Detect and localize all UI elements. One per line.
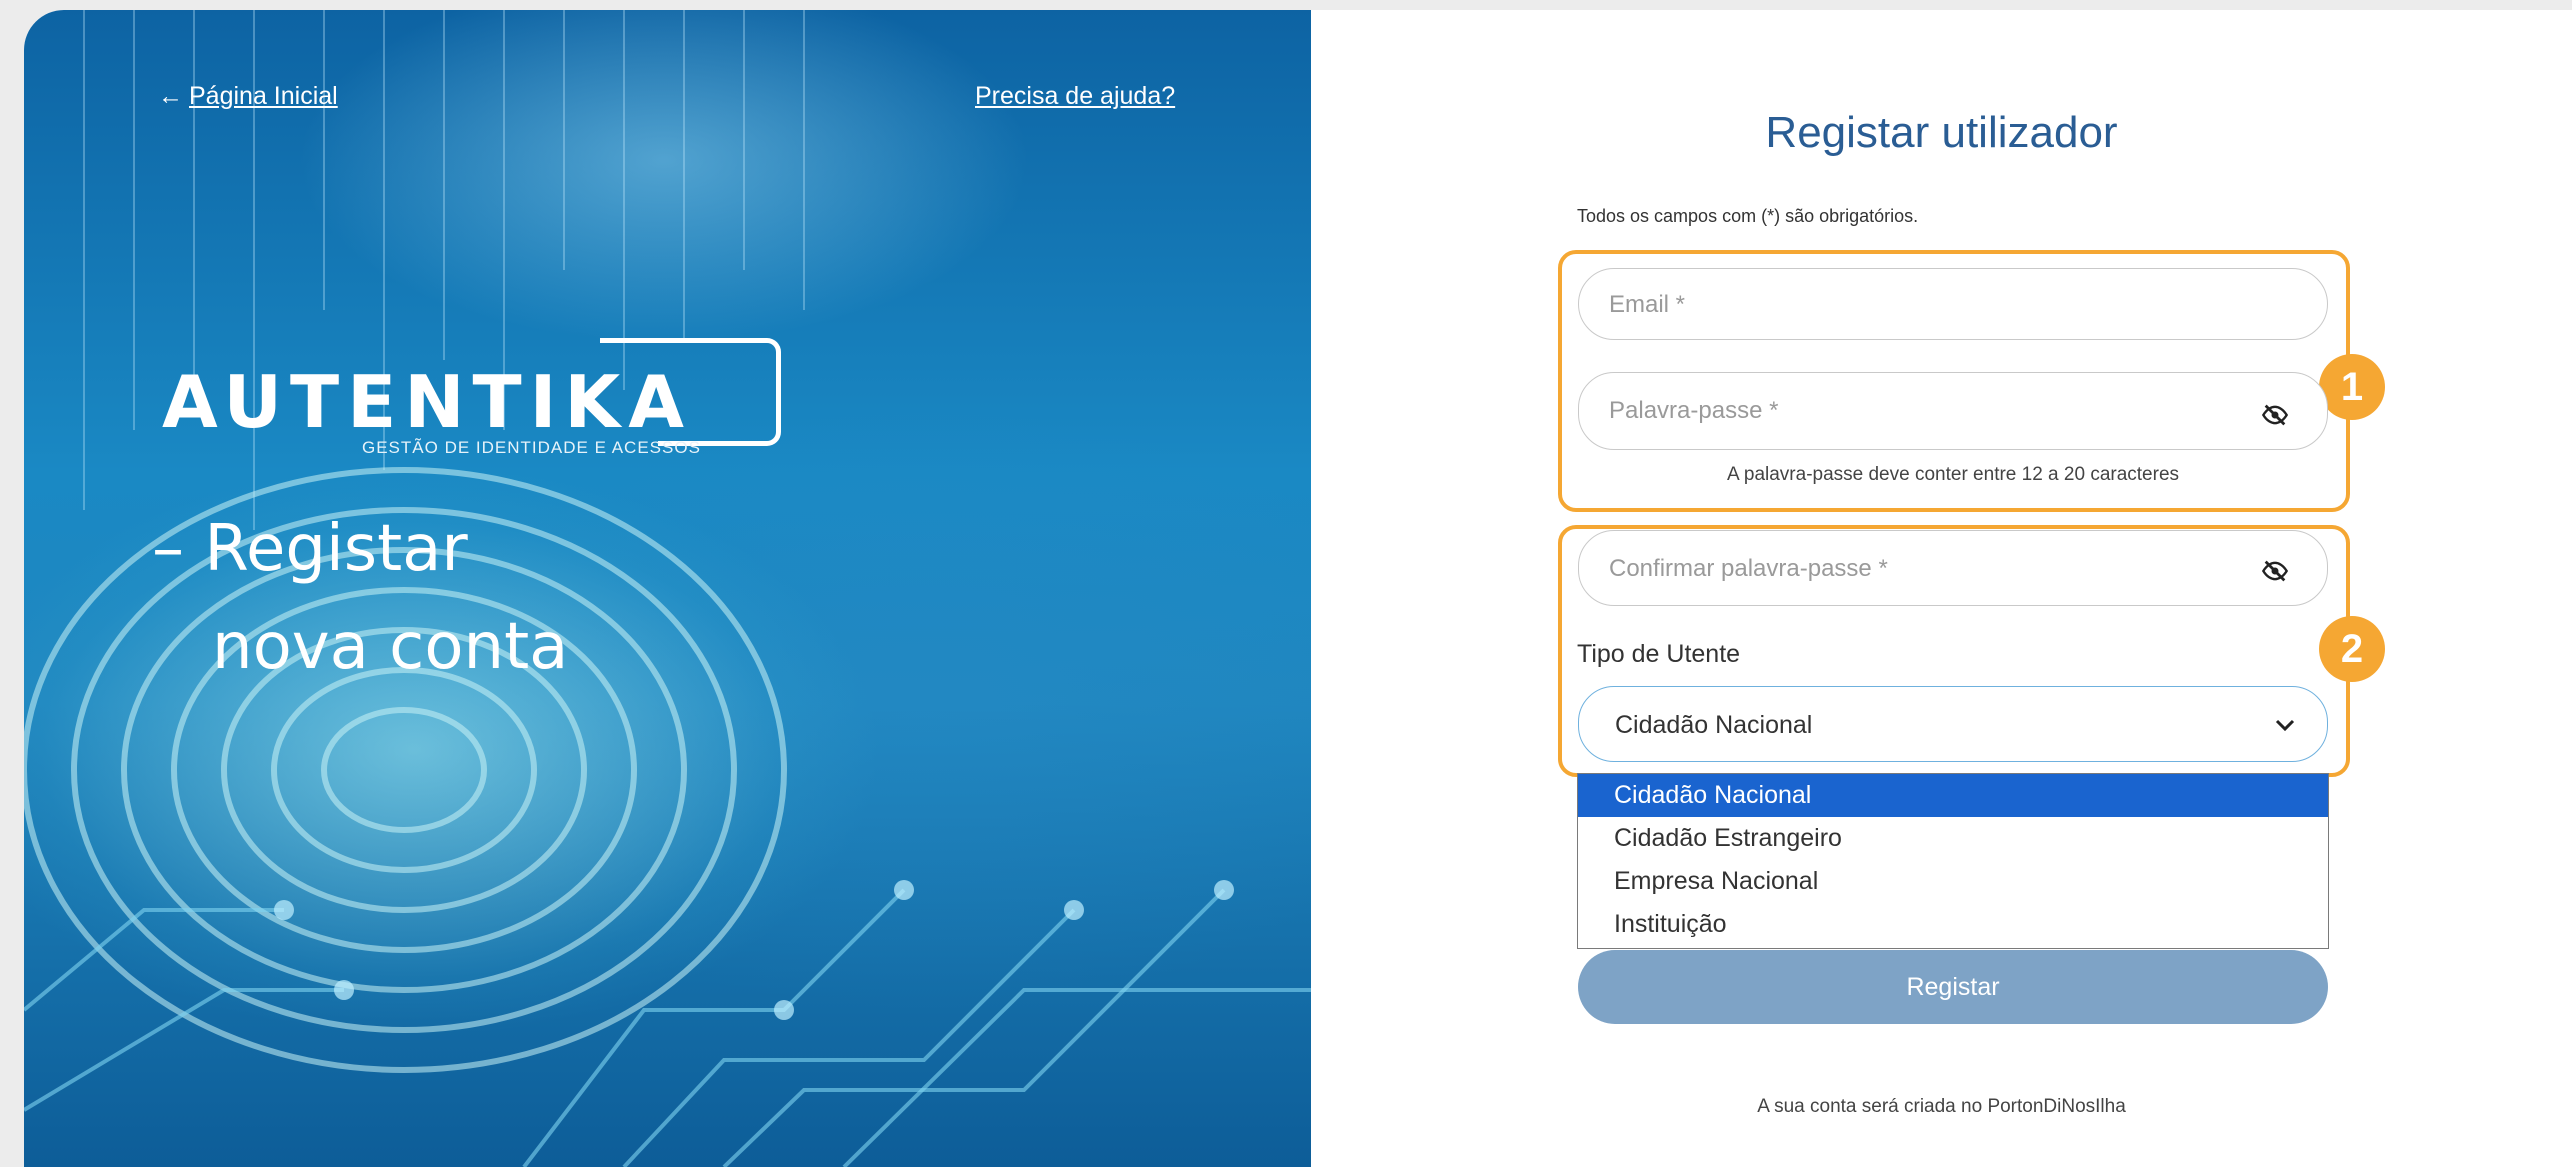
dropdown-option[interactable]: Empresa Nacional — [1578, 860, 2328, 903]
dropdown-option[interactable]: Instituição — [1578, 903, 2328, 946]
hero-slogan: – Registar nova conta — [152, 500, 568, 696]
slogan-line-2: nova conta — [212, 610, 569, 684]
slogan-line-1: – Registar — [152, 512, 468, 586]
logo-tagline: GESTÃO DE IDENTIDADE E ACESSOS — [362, 438, 701, 457]
password-hint: A palavra-passe deve conter entre 12 a 2… — [1726, 464, 2180, 485]
dropdown-option[interactable]: Cidadão Nacional — [1578, 774, 2328, 817]
hero-panel: ← Página Inicial Precisa de ajuda? AUTENT… — [24, 10, 1311, 1167]
step-badge-1: 1 — [2319, 354, 2385, 420]
user-type-value: Cidadão Nacional — [1615, 711, 1813, 739]
logo-bracket-top — [600, 338, 666, 343]
dropdown-option[interactable]: Cidadão Estrangeiro — [1578, 817, 2328, 860]
footer-note: A sua conta será criada no PortonDiNosIl… — [1757, 1096, 2126, 1117]
user-type-select[interactable]: Cidadão Nacional — [1578, 686, 2328, 762]
autentika-logo: AUTENTIKA GESTÃO DE IDENTIDADE E ACESSOS — [162, 322, 802, 472]
password-field[interactable]: Palavra-passe * — [1578, 372, 2328, 450]
email-placeholder: Email * — [1609, 291, 1686, 318]
home-link[interactable]: ← Página Inicial — [158, 82, 338, 111]
chevron-down-icon — [2275, 719, 2295, 732]
user-type-dropdown: Cidadão Nacional Cidadão Estrangeiro Emp… — [1577, 773, 2329, 949]
logo-wordmark: AUTENTIKA — [162, 360, 692, 444]
page-card: ← Página Inicial Precisa de ajuda? AUTENT… — [24, 10, 2572, 1167]
arrow-left-icon: ← — [158, 82, 183, 110]
confirm-password-field[interactable]: Confirmar palavra-passe * — [1578, 530, 2328, 606]
eye-off-icon[interactable] — [2261, 557, 2289, 585]
register-button[interactable]: Registar — [1578, 950, 2328, 1024]
home-link-label: Página Inicial — [189, 82, 338, 110]
eye-off-icon[interactable] — [2261, 401, 2289, 429]
confirm-password-placeholder: Confirmar palavra-passe * — [1609, 555, 1888, 582]
registration-form: Registar utilizador Todos os campos com … — [1311, 10, 2572, 1167]
user-type-label: Tipo de Utente — [1577, 640, 1741, 668]
email-field[interactable]: Email * — [1578, 268, 2328, 340]
help-link[interactable]: Precisa de ajuda? — [975, 82, 1175, 111]
required-note: Todos os campos com (*) são obrigatórios… — [1577, 206, 1919, 226]
step-badge-2: 2 — [2319, 616, 2385, 682]
form-title: Registar utilizador — [1765, 108, 2118, 157]
password-placeholder: Palavra-passe * — [1609, 397, 1779, 424]
